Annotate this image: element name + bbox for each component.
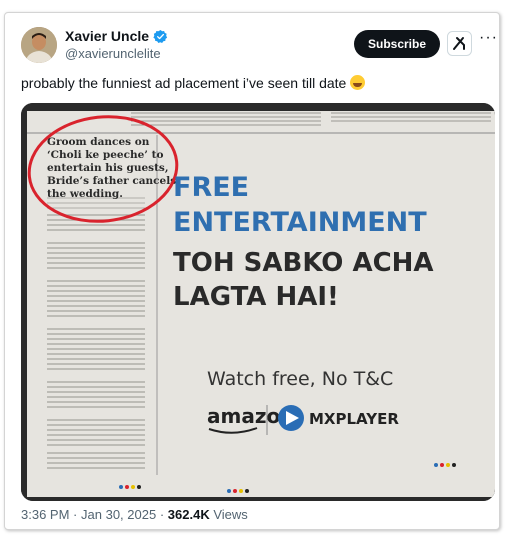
news-headline-line-2: ‘Choli ke peeche’ to — [47, 149, 163, 161]
ad-line-free: FREE — [173, 172, 249, 203]
author-name[interactable]: Xavier Uncle — [65, 28, 149, 44]
grok-icon[interactable] — [447, 31, 472, 56]
views-label: Views — [213, 507, 248, 522]
meta-separator-2: · — [159, 507, 165, 522]
tweet-text-body: probably the funniest ad placement i’ve … — [21, 75, 347, 91]
meta-separator-1: · — [73, 507, 78, 522]
news-headline-line-4: Bride’s father cancels — [47, 175, 176, 187]
tweet-media-image[interactable]: Groom dances on ‘Choli ke peeche’ to ent… — [21, 103, 495, 501]
tweet-text: probably the funniest ad placement i’ve … — [21, 75, 366, 91]
tweet-card: Xavier Uncle @xavierunclelite Subscribe … — [4, 12, 500, 530]
tweet-meta: 3:36 PM · Jan 30, 2025 · 362.4K Views — [21, 507, 248, 522]
author-name-row: Xavier Uncle — [65, 28, 168, 44]
views-count: 362.4K — [167, 507, 210, 522]
ad-line-entertainment: ENTERTAINMENT — [173, 207, 427, 238]
brand-mx-player: MXPLAYER — [309, 410, 399, 428]
news-headline-line-1: Groom dances on — [47, 136, 150, 148]
news-headline-line-5: the wedding. — [47, 188, 123, 200]
avatar[interactable] — [21, 27, 57, 63]
ad-tagline: Watch free, No T&C — [207, 368, 393, 390]
news-headline-line-3: entertain his guests, — [47, 162, 168, 174]
ad-line-lagta-hai: LAGTA HAI! — [173, 282, 339, 312]
more-options-icon[interactable]: ··· — [479, 29, 498, 47]
tweet-time[interactable]: 3:36 PM — [21, 507, 69, 522]
subscribe-button[interactable]: Subscribe — [354, 30, 440, 58]
laughing-tears-emoji-icon — [350, 75, 366, 90]
avatar-photo — [21, 27, 57, 63]
newspaper-ad-photo: Groom dances on ‘Choli ke peeche’ to ent… — [21, 103, 495, 501]
author-handle[interactable]: @xavierunclelite — [65, 46, 161, 61]
tweet-date[interactable]: Jan 30, 2025 — [81, 507, 156, 522]
ad-line-toh-sabko: TOH SABKO ACHA — [173, 248, 434, 278]
verified-badge-icon — [153, 29, 168, 43]
